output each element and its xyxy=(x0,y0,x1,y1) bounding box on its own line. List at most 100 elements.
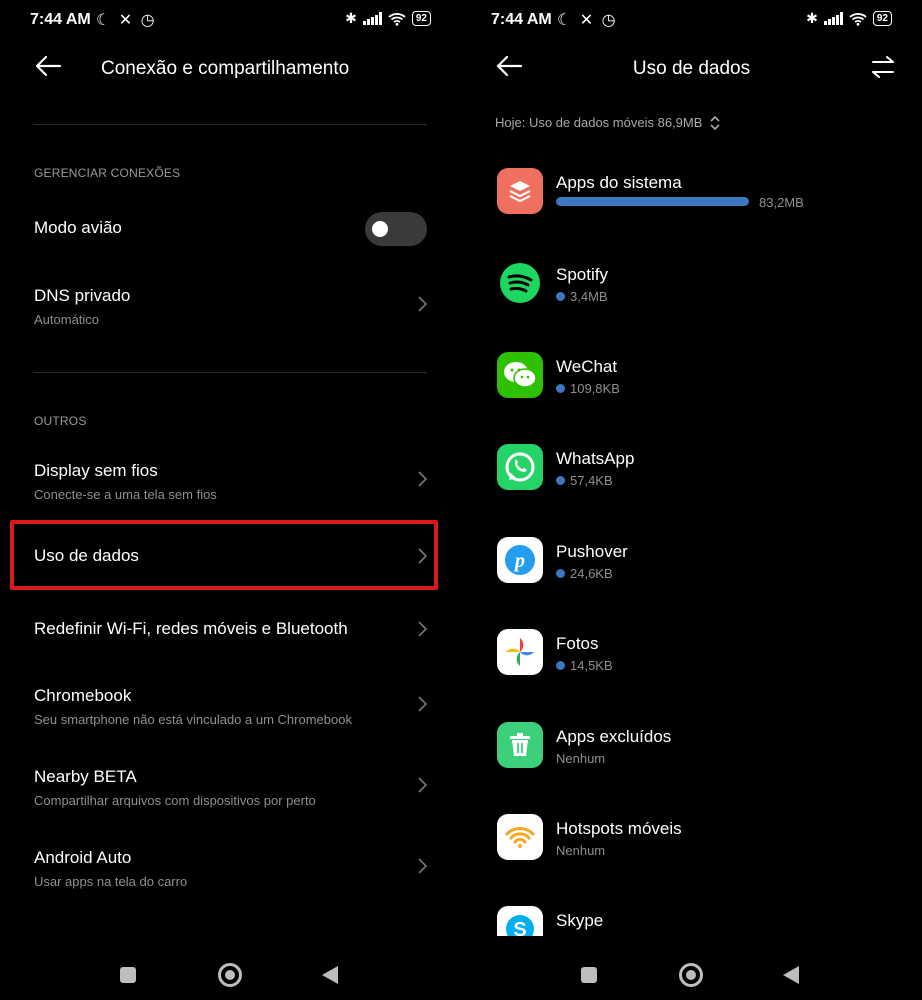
android-auto-row[interactable]: Android Auto Usar apps na tela do carro xyxy=(34,848,427,889)
reset-network-row[interactable]: Redefinir Wi-Fi, redes móveis e Bluetoot… xyxy=(34,619,427,639)
pushover-icon: p xyxy=(497,537,543,583)
app-name: Fotos xyxy=(556,634,599,653)
status-bar: 7:44 AM ☾ ✕ ◷ ✱ 92 xyxy=(30,8,431,32)
bluetooth-icon: ✱ xyxy=(806,10,818,26)
wireless-display-subtitle: Conecte-se a uma tela sem fios xyxy=(34,487,217,502)
app-name: Hotspots móveis xyxy=(556,819,682,838)
nearby-row[interactable]: Nearby BETA Compartilhar arquivos com di… xyxy=(34,767,427,808)
system-apps-icon xyxy=(497,168,543,214)
svg-text:p: p xyxy=(513,550,525,572)
app-usage: Nenhum xyxy=(556,751,606,766)
swap-arrows-icon[interactable] xyxy=(870,54,896,80)
connection-sharing-screen: 7:44 AM ☾ ✕ ◷ ✱ 92 Conexão e compartilha… xyxy=(0,0,461,1000)
chevron-right-icon xyxy=(418,621,427,637)
recents-button[interactable] xyxy=(581,967,597,983)
airplane-mode-toggle[interactable] xyxy=(365,212,427,246)
back-arrow-icon[interactable] xyxy=(34,54,62,78)
whatsapp-icon xyxy=(497,444,543,490)
app-name: Skype xyxy=(556,911,604,930)
wifi-icon xyxy=(388,12,406,26)
airplane-mode-row[interactable]: Modo avião xyxy=(34,212,427,246)
app-name: Pushover xyxy=(556,542,628,561)
photos-icon xyxy=(497,629,543,675)
app-usage-line: 3,4MB xyxy=(556,289,608,304)
navigation-bar xyxy=(0,962,461,1000)
android-auto-title: Android Auto xyxy=(34,848,132,867)
private-dns-subtitle: Automático xyxy=(34,312,100,327)
app-row-skype[interactable]: S Skype xyxy=(497,906,888,936)
app-usage: 83,2MB xyxy=(759,195,804,210)
app-row-wechat[interactable]: WeChat 109,8KB xyxy=(497,352,888,402)
app-row-whatsapp[interactable]: WhatsApp 57,4KB xyxy=(497,444,888,494)
chromebook-subtitle: Seu smartphone não está vinculado a um C… xyxy=(34,712,352,727)
trash-icon xyxy=(497,722,543,768)
app-usage: Nenhum xyxy=(556,843,606,858)
app-usage: 57,4KB xyxy=(570,473,613,488)
status-system-icons: ✱ 92 xyxy=(806,10,892,27)
usage-dot xyxy=(556,661,565,670)
nearby-subtitle: Compartilhar arquivos com dispositivos p… xyxy=(34,793,316,808)
chromebook-row[interactable]: Chromebook Seu smartphone não está vincu… xyxy=(34,686,427,727)
app-usage-line: Nenhum xyxy=(556,751,605,766)
signal-icon xyxy=(823,12,843,25)
wireless-display-row[interactable]: Display sem fios Conecte-se a uma tela s… xyxy=(34,461,427,502)
toggle-knob xyxy=(372,221,388,237)
status-time: 7:44 AM xyxy=(30,11,91,28)
hotspot-icon xyxy=(497,814,543,860)
app-usage-line: Nenhum xyxy=(556,843,605,858)
android-auto-subtitle: Usar apps na tela do carro xyxy=(34,874,188,889)
data-usage-screen: 7:44 AM ☾ ✕ ◷ ✱ 92 Uso de dados Hoje: Us… xyxy=(461,0,922,1000)
chevron-right-icon xyxy=(418,858,427,874)
app-row-photos[interactable]: Fotos 14,5KB xyxy=(497,629,888,679)
page-title: Conexão e compartilhamento xyxy=(101,58,350,79)
app-name: Apps do sistema xyxy=(556,173,682,192)
skype-icon: S xyxy=(497,906,543,936)
app-row-deleted-apps[interactable]: Apps excluídos Nenhum xyxy=(497,722,888,772)
usage-dot xyxy=(556,292,565,301)
reset-network-title: Redefinir Wi-Fi, redes móveis e Bluetoot… xyxy=(34,619,348,638)
svg-text:S: S xyxy=(513,919,526,936)
private-dns-row[interactable]: DNS privado Automático xyxy=(34,286,427,327)
chevron-right-icon xyxy=(418,777,427,793)
home-button[interactable] xyxy=(679,963,703,987)
page-title: Uso de dados xyxy=(632,58,751,79)
summary-text: Hoje: Uso de dados móveis 86,9MB xyxy=(495,115,703,130)
back-button[interactable] xyxy=(322,966,338,984)
chevron-right-icon xyxy=(418,296,427,312)
private-dns-title: DNS privado xyxy=(34,286,131,305)
header: Uso de dados xyxy=(461,48,922,88)
wireless-display-title: Display sem fios xyxy=(34,461,158,480)
section-header-others: OUTROS xyxy=(34,414,87,428)
app-row-hotspots[interactable]: Hotspots móveis Nenhum xyxy=(497,814,888,864)
bluetooth-icon: ✱ xyxy=(345,10,357,26)
app-name: WhatsApp xyxy=(556,449,635,468)
highlight-box xyxy=(10,520,438,590)
app-usage: 14,5KB xyxy=(570,658,613,673)
usage-dot xyxy=(556,476,565,485)
status-system-icons: ✱ 92 xyxy=(345,10,431,27)
header: Conexão e compartilhamento xyxy=(0,48,461,88)
back-button[interactable] xyxy=(783,966,799,984)
home-button[interactable] xyxy=(218,963,242,987)
app-row-spotify[interactable]: Spotify 3,4MB xyxy=(497,260,888,310)
divider xyxy=(34,124,427,125)
app-usage-line: 57,4KB xyxy=(556,473,613,488)
usage-bar xyxy=(556,197,749,206)
chromebook-title: Chromebook xyxy=(34,686,132,705)
nearby-title: Nearby BETA xyxy=(34,767,137,786)
data-usage-summary[interactable]: Hoje: Uso de dados móveis 86,9MB xyxy=(495,115,720,130)
usage-dot xyxy=(556,384,565,393)
wifi-icon xyxy=(849,12,867,26)
section-header-manage-connections: GERENCIAR CONEXÕES xyxy=(34,166,181,180)
usage-dot xyxy=(556,569,565,578)
app-usage: 109,8KB xyxy=(570,381,620,396)
status-bar: 7:44 AM ☾ ✕ ◷ ✱ 92 xyxy=(491,8,892,32)
divider xyxy=(34,372,427,373)
app-usage-line: 24,6KB xyxy=(556,566,613,581)
app-row-pushover[interactable]: p Pushover 24,6KB xyxy=(497,537,888,587)
chevron-right-icon xyxy=(418,696,427,712)
status-notification-icons: ☾ ✕ ◷ xyxy=(96,12,157,29)
recents-button[interactable] xyxy=(120,967,136,983)
app-row-system[interactable]: Apps do sistema 83,2MB xyxy=(497,168,888,218)
app-name: WeChat xyxy=(556,357,618,376)
